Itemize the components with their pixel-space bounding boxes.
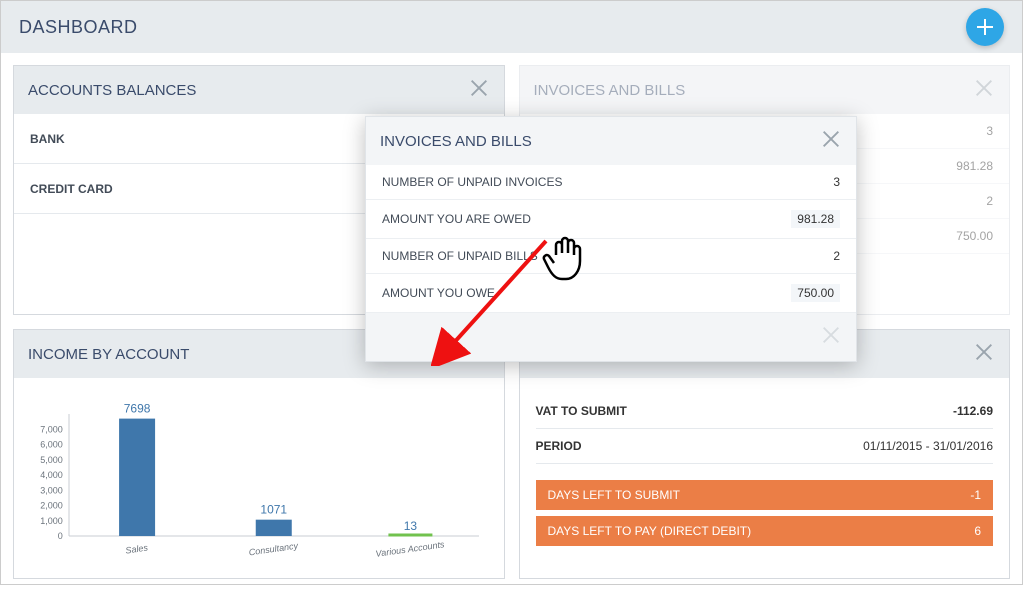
alert-value: -1	[970, 488, 981, 502]
vat-alert: DAYS LEFT TO SUBMIT -1	[536, 480, 994, 510]
close-icon[interactable]	[468, 77, 490, 104]
card-income-by-account: INCOME BY ACCOUNT 0 1,000 2,000 3,000 4,000 5…	[13, 329, 505, 579]
vat-row-period: PERIOD 01/11/2015 - 31/01/2016	[536, 429, 994, 464]
svg-text:Sales: Sales	[125, 542, 149, 555]
app-header: DASHBOARD	[1, 1, 1022, 53]
card-title: ACCOUNTS BALANCES	[28, 82, 196, 99]
svg-text:Various Accounts: Various Accounts	[375, 539, 446, 559]
balance-label: BANK	[30, 132, 65, 146]
alert-label: DAYS LEFT TO SUBMIT	[548, 488, 680, 502]
card-body: VAT TO SUBMIT -112.69 PERIOD 01/11/2015 …	[520, 378, 1010, 578]
vat-value: 01/11/2015 - 31/01/2016	[863, 439, 993, 453]
svg-text:13: 13	[404, 519, 418, 533]
svg-text:5,000: 5,000	[40, 455, 63, 465]
alert-label: DAYS LEFT TO PAY (DIRECT DEBIT)	[548, 524, 752, 538]
card-title: INVOICES AND BILLS	[380, 133, 532, 150]
card-header[interactable]: ACCOUNTS BALANCES	[14, 66, 504, 114]
vat-label: PERIOD	[536, 439, 582, 453]
grab-cursor-icon	[541, 231, 589, 287]
svg-text:1071: 1071	[260, 503, 287, 517]
kv-label: NUMBER OF UNPAID INVOICES	[382, 175, 562, 189]
card-title: INVOICES AND BILLS	[534, 82, 686, 99]
card-header[interactable]: INVOICES AND BILLS	[366, 117, 856, 165]
svg-text:Consultancy: Consultancy	[248, 541, 299, 558]
kv-value: 981.28	[956, 159, 993, 173]
add-button[interactable]	[966, 8, 1004, 46]
kv-value: 3	[986, 124, 993, 138]
kv-value: 2	[833, 249, 840, 263]
svg-text:7,000: 7,000	[40, 424, 63, 434]
kv-value: 750.00	[791, 284, 840, 302]
chart: 0 1,000 2,000 3,000 4,000 5,000 6,000 7,000 7698…	[14, 378, 504, 578]
svg-text:4,000: 4,000	[40, 470, 63, 480]
svg-text:2,000: 2,000	[40, 501, 63, 511]
close-icon[interactable]	[973, 341, 995, 368]
kv-value: 3	[833, 175, 840, 189]
svg-text:0: 0	[58, 531, 63, 541]
close-icon	[820, 324, 842, 351]
card-vat-liability: VAT LIABILITY VAT TO SUBMIT -112.69 PERI…	[519, 329, 1011, 579]
kv-label: AMOUNT YOU ARE OWED	[382, 212, 531, 226]
card-title: INCOME BY ACCOUNT	[28, 346, 189, 363]
svg-text:6,000: 6,000	[40, 440, 63, 450]
svg-text:7698: 7698	[124, 402, 151, 416]
close-icon	[973, 77, 995, 104]
kv-value: 2	[986, 194, 993, 208]
vat-label: VAT TO SUBMIT	[536, 404, 627, 418]
close-icon[interactable]	[820, 128, 842, 155]
vat-row-submit: VAT TO SUBMIT -112.69	[536, 394, 994, 429]
svg-text:3,000: 3,000	[40, 485, 63, 495]
alert-value: 6	[974, 524, 981, 538]
vat-alert: DAYS LEFT TO PAY (DIRECT DEBIT) 6	[536, 516, 994, 546]
svg-text:1,000: 1,000	[40, 516, 63, 526]
card-header: INVOICES AND BILLS	[520, 66, 1010, 114]
bar-chart: 0 1,000 2,000 3,000 4,000 5,000 6,000 7,000 7698…	[20, 396, 498, 566]
page-title: DASHBOARD	[19, 17, 138, 38]
balance-label: CREDIT CARD	[30, 182, 113, 196]
vat-value: -112.69	[953, 404, 993, 418]
kv-row: NUMBER OF UNPAID INVOICES 3	[366, 165, 856, 200]
kv-value: 981.28	[791, 210, 840, 228]
kv-value: 750.00	[956, 229, 993, 243]
